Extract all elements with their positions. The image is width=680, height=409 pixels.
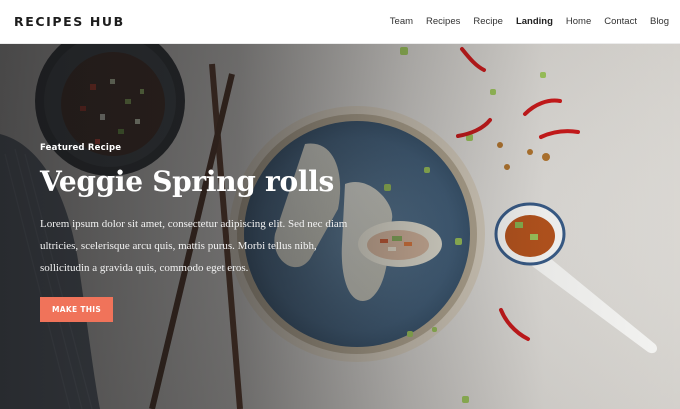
main-nav: Team Recipes Recipe Landing Home Contact… (377, 16, 669, 27)
nav-item-landing[interactable]: Landing (516, 16, 553, 27)
site-header: RECIPES HUB Team Recipes Recipe Landing … (0, 0, 680, 44)
nav-item-contact[interactable]: Contact (604, 16, 637, 27)
nav-item-blog[interactable]: Blog (650, 16, 669, 27)
nav-item-home[interactable]: Home (566, 16, 591, 27)
hero-content: Featured Recipe Veggie Spring rolls Lore… (40, 143, 370, 322)
site-logo[interactable]: RECIPES HUB (14, 14, 125, 29)
make-this-button[interactable]: MAKE THIS (40, 296, 114, 322)
nav-item-recipes[interactable]: Recipes (426, 16, 460, 27)
nav-item-recipe[interactable]: Recipe (473, 16, 503, 27)
featured-recipe-label: Featured Recipe (40, 143, 122, 153)
hero-section: Featured Recipe Veggie Spring rolls Lore… (0, 44, 680, 409)
nav-item-team[interactable]: Team (390, 16, 413, 27)
hero-title: Veggie Spring rolls (40, 165, 334, 198)
hero-description: Lorem ipsum dolor sit amet, consectetur … (40, 217, 348, 274)
